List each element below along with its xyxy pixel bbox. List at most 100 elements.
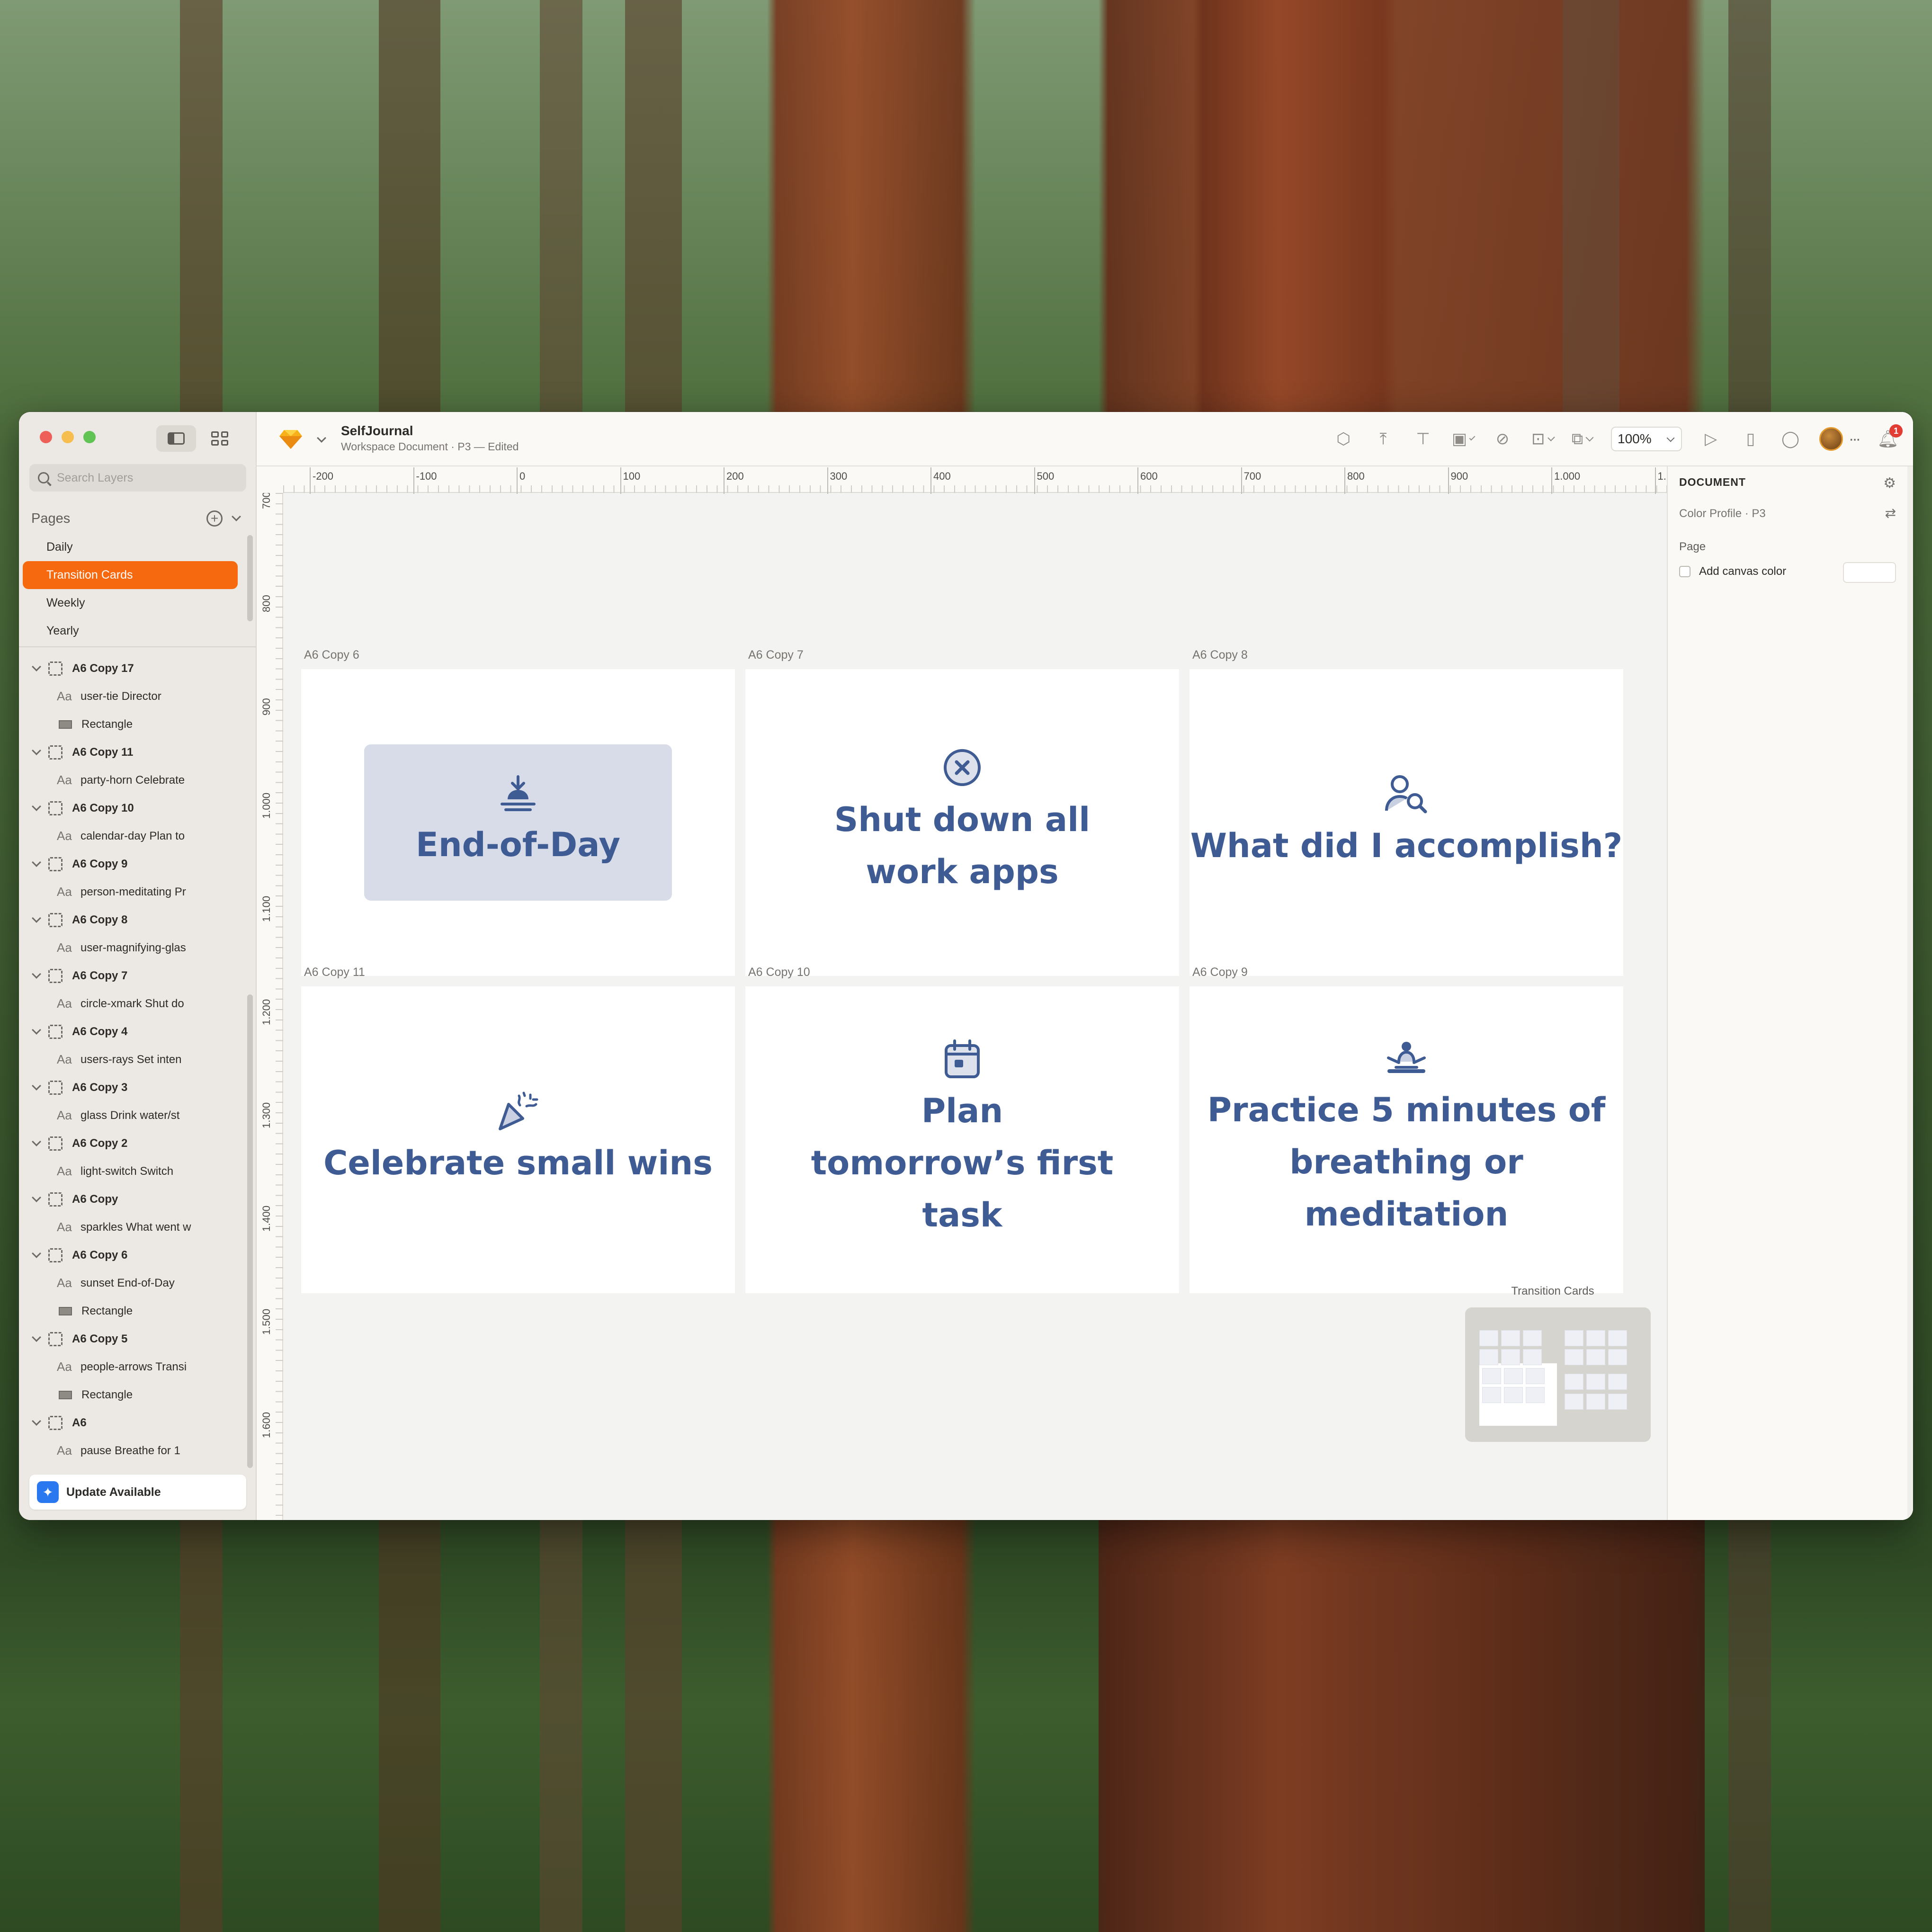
artboard-label[interactable]: A6 Copy 8 [1192,648,1248,662]
minimize-window-button[interactable] [62,431,74,443]
maximize-window-button[interactable] [83,431,96,443]
artboard-card[interactable]: Celebrate small wins [301,986,735,1293]
avatar[interactable] [1819,427,1843,451]
components-view-button[interactable] [200,425,240,452]
disclosure-chevron-icon[interactable] [32,801,41,811]
comment-icon[interactable]: ◯ [1780,428,1801,450]
page-item-yearly[interactable]: Yearly [23,617,238,645]
more-icon[interactable]: ··· [1849,430,1861,448]
disclosure-chevron-icon[interactable] [32,1332,41,1342]
artboard-label[interactable]: A6 Copy 6 [304,648,359,662]
bell-icon[interactable]: 🔔︎ 1 [1877,424,1903,450]
layer-group[interactable]: A6 Copy 8 [19,906,246,934]
page-item-transition-cards[interactable]: Transition Cards [23,561,238,589]
layer-group[interactable]: A6 Copy 6 [19,1241,246,1269]
preview-device-icon[interactable]: ▯ [1740,428,1762,450]
close-window-button[interactable] [40,431,52,443]
layer-group[interactable]: A6 Copy 4 [19,1018,246,1046]
layer-group[interactable]: A6 Copy 3 [19,1073,246,1101]
artboard-card[interactable]: Plan tomorrow’s first task [745,986,1179,1293]
disclosure-chevron-icon[interactable] [32,1248,41,1258]
update-available-button[interactable]: ✦ Update Available [29,1475,246,1510]
artboard-label[interactable]: A6 Copy 11 [304,966,365,979]
layer-item[interactable]: Aa calendar-day Plan to [19,822,246,850]
disclosure-chevron-icon[interactable] [32,745,41,755]
layer-label: pause Breathe for 1 [80,1444,180,1457]
gear-icon[interactable]: ⚙ [1883,475,1896,492]
page-item-weekly[interactable]: Weekly [23,589,238,617]
layer-item[interactable]: Aa sunset End-of-Day [19,1269,246,1297]
paint-icon[interactable]: ⊤ [1412,428,1434,450]
mask-icon[interactable]: ▣ [1452,428,1474,450]
export-icon[interactable]: ⤒ [1372,428,1394,450]
layer-item[interactable]: Rectangle [19,1381,246,1409]
insert-icon[interactable]: ⬡ [1333,428,1354,450]
layer-group[interactable]: A6 Copy [19,1185,246,1213]
layer-item[interactable]: Aa pause Breathe for 1 [19,1437,246,1465]
canvas[interactable]: -200 -100 0 100 200 300 400 500 600 700 800 900 1.00… [257,466,1667,1520]
pages-scrollbar[interactable] [247,535,253,621]
layer-group[interactable]: A6 Copy 2 [19,1129,246,1157]
disclosure-chevron-icon[interactable] [32,913,41,923]
layer-group[interactable]: A6 Copy 9 [19,850,246,878]
layer-group[interactable]: A6 [19,1409,246,1437]
layer-group[interactable]: A6 Copy 7 [19,962,246,990]
rectangle-layer-icon [59,1306,72,1315]
layer-item[interactable]: Rectangle [19,710,246,738]
boolean-icon[interactable]: ⊘ [1492,428,1513,450]
artboard-label[interactable]: A6 Copy 10 [748,966,810,979]
align-icon[interactable]: ⊡ [1531,428,1553,450]
layer-item[interactable]: Aa light-switch Switch [19,1157,246,1185]
layer-item[interactable]: Aa party-horn Celebrate [19,766,246,794]
sidebar: Pages + DailyTransition CardsWeeklyYearl… [19,412,257,1520]
layer-item[interactable]: Rectangle [19,1297,246,1325]
disclosure-chevron-icon[interactable] [32,662,41,671]
color-profile[interactable]: Color Profile · P3 [1679,507,1766,520]
disclosure-chevron-icon[interactable] [32,1192,41,1202]
add-page-icon[interactable]: + [206,510,223,527]
minimap[interactable] [1465,1307,1651,1442]
layer-item[interactable]: Aa circle-xmark Shut do [19,990,246,1018]
layer-item[interactable]: Aa people-arrows Transi [19,1353,246,1381]
disclosure-chevron-icon[interactable] [32,1136,41,1146]
disclosure-chevron-icon[interactable] [32,857,41,867]
document-menu-chevron-icon[interactable] [317,433,326,443]
artboard-card[interactable]: End-of-Day [301,669,735,976]
layer-group[interactable]: A6 Copy 5 [19,1325,246,1353]
artboard-label[interactable]: A6 Copy 9 [1192,966,1248,979]
disclosure-chevron-icon[interactable] [32,969,41,979]
artboard-card[interactable]: What did I accomplish? [1190,669,1623,976]
page-item-daily[interactable]: Daily [23,533,238,561]
search-input[interactable] [57,471,227,485]
horizontal-ruler[interactable]: -200 -100 0 100 200 300 400 500 600 700 800 900 1.00… [257,466,1667,494]
layer-item[interactable]: Aa person-meditating Pr [19,878,246,906]
zoom-select[interactable]: 100% [1611,427,1682,451]
canvas-color-well[interactable] [1843,562,1896,583]
canvas-color-checkbox[interactable] [1679,566,1690,577]
layer-group[interactable]: A6 Copy 11 [19,738,246,766]
disclosure-chevron-icon[interactable] [32,1025,41,1035]
group-icon[interactable]: ⧉ [1571,428,1593,450]
swap-arrows-icon[interactable]: ⇄ [1885,505,1896,521]
layer-item[interactable]: Aa users-rays Set inten [19,1046,246,1073]
layer-item[interactable]: Aa sparkles What went w [19,1213,246,1241]
disclosure-chevron-icon[interactable] [32,1416,41,1426]
artboard-label[interactable]: A6 Copy 7 [748,648,804,662]
layers-scrollbar[interactable] [247,994,253,1468]
play-icon[interactable]: ▷ [1700,428,1722,450]
layer-group[interactable]: A6 Copy 10 [19,794,246,822]
inspector-scrollbar[interactable] [1907,466,1913,1520]
layer-item[interactable]: Aa user-tie Director [19,682,246,710]
layer-item[interactable]: Aa glass Drink water/st [19,1101,246,1129]
layer-item[interactable]: Aa user-magnifying-glas [19,934,246,962]
minimap-thumbnail [1586,1349,1605,1365]
highlight-rectangle[interactable]: End-of-Day [364,744,672,901]
artboard-card[interactable]: Shut down all work apps [745,669,1179,976]
sketch-logo-icon[interactable] [278,429,303,450]
artboard-card[interactable]: Practice 5 minutes of breathing or medit… [1190,986,1623,1293]
layers-view-button[interactable] [156,425,196,452]
collapse-pages-icon[interactable] [232,512,241,521]
layer-group[interactable]: A6 Copy 17 [19,654,246,682]
disclosure-chevron-icon[interactable] [32,1081,41,1091]
vertical-ruler[interactable]: 700 800 900 1.000 1.100 1.200 1.300 1.400 1.500 1… [257,466,283,1520]
